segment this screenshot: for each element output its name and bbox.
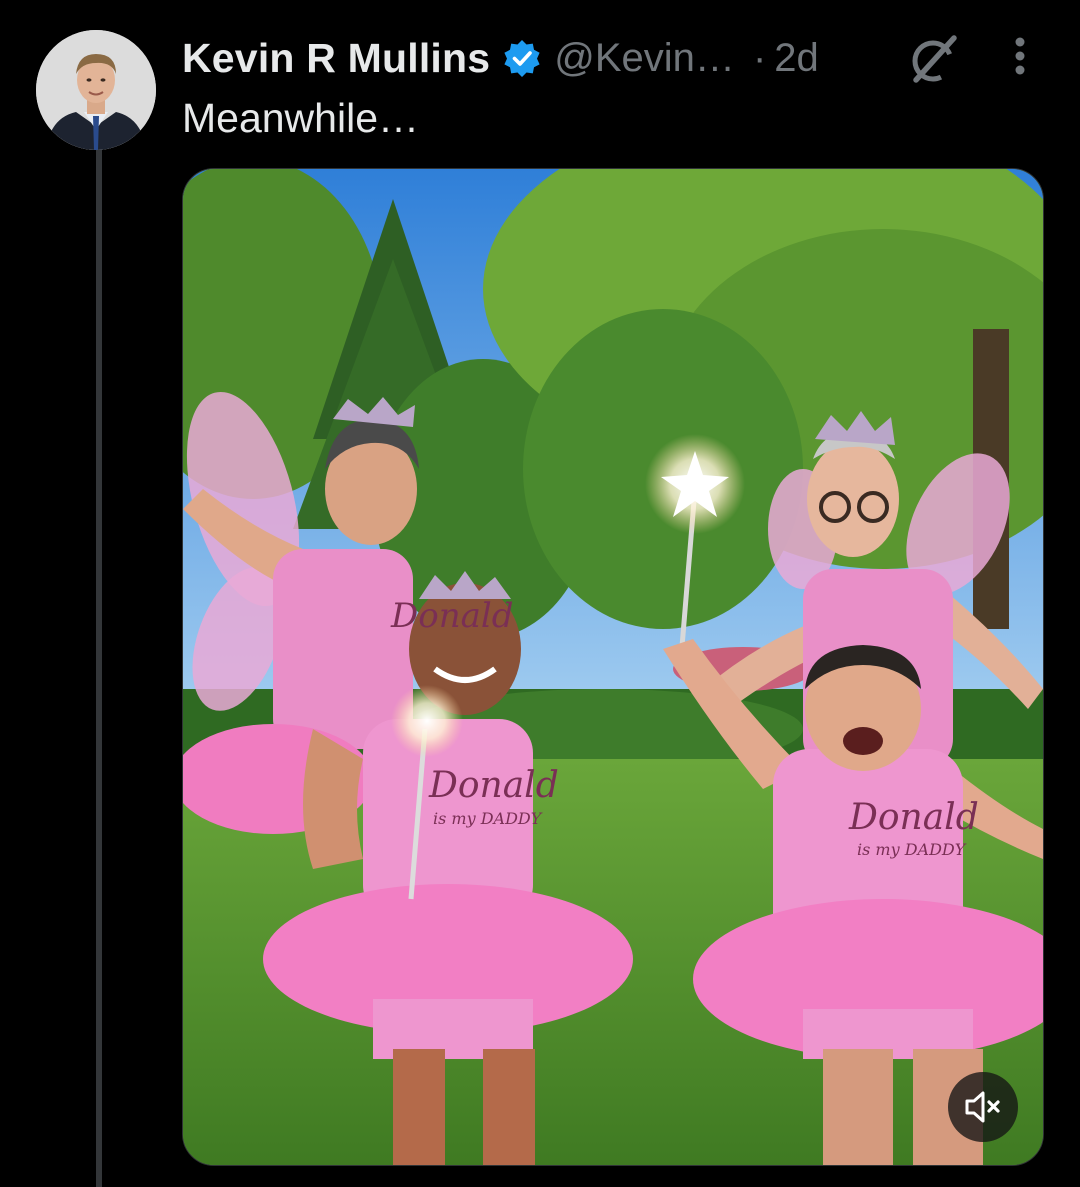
- shirt-text-4: Donald: [848, 797, 979, 838]
- tweet-text: Meanwhile…: [182, 95, 419, 141]
- more-options-icon[interactable]: [1004, 36, 1036, 80]
- verified-badge-icon: [504, 40, 540, 77]
- thread-connector-line: [96, 148, 102, 1187]
- mute-toggle-button[interactable]: [948, 1072, 1018, 1142]
- shirt-subtext-4: is my DADDY: [857, 840, 967, 859]
- shirt-text-1: Donald: [390, 596, 514, 636]
- grok-icon[interactable]: [906, 32, 960, 86]
- tweet-timestamp[interactable]: 2d: [774, 36, 819, 81]
- shirt-subtext-2: is my DADDY: [433, 809, 543, 828]
- speaker-muted-icon: [965, 1091, 1000, 1123]
- author-display-name[interactable]: Kevin R Mullins: [182, 35, 490, 82]
- tweet-media-video[interactable]: Donald Donald is my DADDY Donald is my D…: [182, 168, 1044, 1166]
- shirt-text-2: Donald: [428, 765, 559, 806]
- tweet-header: Kevin R Mullins @Kevin… · 2d: [182, 30, 819, 86]
- header-separator: ·: [752, 35, 767, 80]
- author-handle[interactable]: @Kevin…: [554, 36, 735, 81]
- avatar-photo: [36, 30, 156, 150]
- video-frame-illustration: Donald Donald is my DADDY Donald is my D…: [183, 169, 1043, 1165]
- author-avatar[interactable]: [36, 30, 156, 150]
